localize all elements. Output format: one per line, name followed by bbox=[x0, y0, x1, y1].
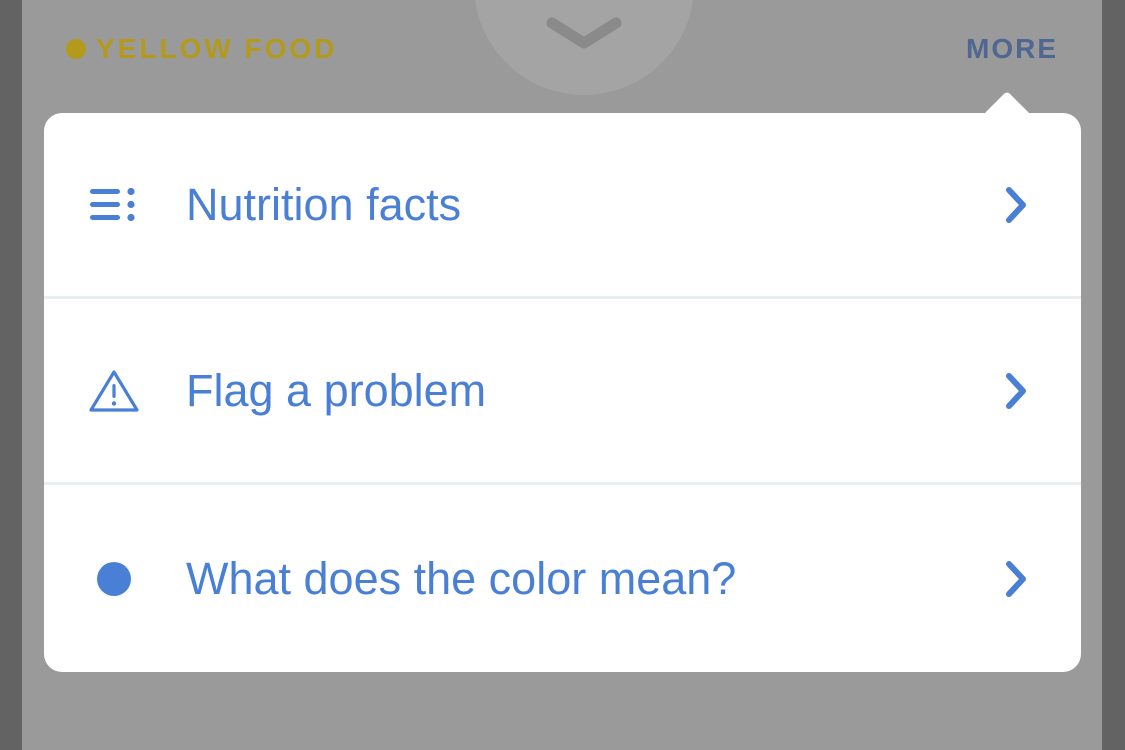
collapse-handle[interactable] bbox=[474, 0, 694, 95]
chevron-down-icon bbox=[546, 17, 622, 49]
dot-icon bbox=[88, 553, 140, 605]
food-color-tag: YELLOW FOOD bbox=[66, 32, 337, 66]
menu-item-label: Nutrition facts bbox=[186, 178, 462, 230]
more-button[interactable]: MORE bbox=[966, 32, 1058, 66]
more-menu-popover: Nutrition facts Flag a problem What does… bbox=[44, 113, 1081, 672]
list-icon bbox=[88, 179, 140, 231]
yellow-dot-icon bbox=[66, 39, 86, 59]
warning-icon bbox=[88, 365, 140, 417]
menu-item-color-meaning[interactable]: What does the color mean? bbox=[44, 485, 1081, 672]
menu-item-flag-problem[interactable]: Flag a problem bbox=[44, 299, 1081, 485]
food-color-label: YELLOW FOOD bbox=[96, 33, 338, 64]
chevron-right-icon bbox=[1006, 372, 1026, 409]
chevron-right-icon bbox=[1006, 560, 1026, 597]
menu-item-label: Flag a problem bbox=[186, 364, 487, 416]
chevron-right-icon bbox=[1006, 186, 1026, 223]
menu-item-nutrition-facts[interactable]: Nutrition facts bbox=[44, 113, 1081, 299]
screen: YELLOW FOOD MORE Nutrition facts Flag a … bbox=[0, 0, 1125, 750]
menu-item-label: What does the color mean? bbox=[186, 552, 737, 604]
